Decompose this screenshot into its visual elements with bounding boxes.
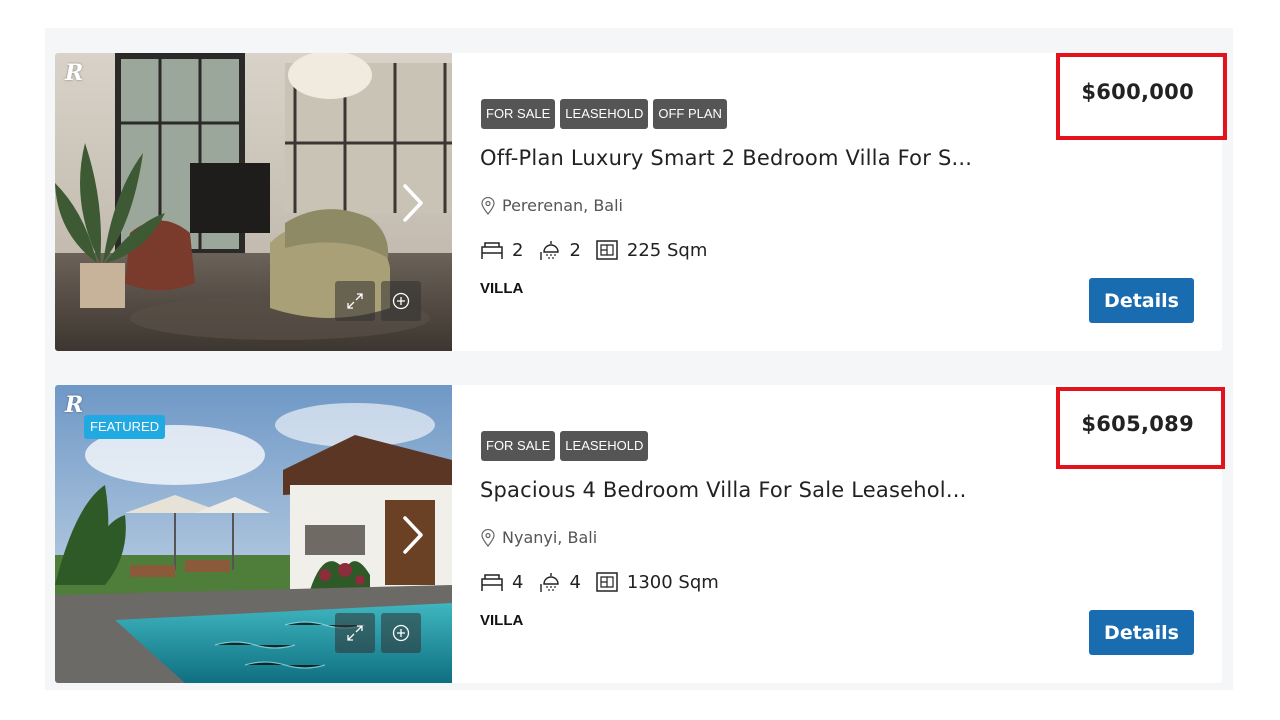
bed-icon: [481, 574, 503, 591]
property-features: 2 2 225 Sqm: [480, 239, 721, 261]
plus-circle-icon[interactable]: [381, 281, 421, 321]
area-feature: 1300 Sqm: [595, 571, 719, 593]
property-photo[interactable]: R: [55, 53, 452, 351]
chevron-right-icon[interactable]: [400, 183, 426, 223]
details-button[interactable]: Details: [1089, 610, 1194, 655]
property-features: 4 4 1300 Sqm: [480, 571, 733, 593]
shower-icon: [540, 241, 560, 260]
tag-off-plan[interactable]: OFF PLAN: [653, 99, 727, 129]
bedrooms-count: 4: [512, 571, 524, 593]
property-card: R FOR SALE LEASEHOLD OFF PLAN Off-Plan L…: [55, 53, 1222, 351]
featured-badge: FEATURED: [84, 415, 166, 439]
tag-list: FOR SALE LEASEHOLD OFF PLAN: [481, 99, 727, 129]
map-pin-icon: [481, 528, 495, 547]
tag-leasehold[interactable]: LEASEHOLD: [560, 431, 649, 461]
price-highlight-box: [1056, 387, 1225, 469]
bathrooms-count: 4: [569, 571, 581, 593]
bedrooms-count: 2: [512, 239, 524, 261]
tag-for-sale[interactable]: FOR SALE: [481, 99, 556, 129]
bedrooms-feature: 4: [480, 571, 523, 593]
tag-for-sale[interactable]: FOR SALE: [481, 431, 556, 461]
bedrooms-feature: 2: [480, 239, 523, 261]
bathrooms-feature: 4: [537, 571, 581, 593]
property-photo[interactable]: R FEATURED: [55, 385, 452, 683]
floorplan-icon: [596, 572, 618, 592]
expand-icon[interactable]: [335, 281, 375, 321]
tag-list: FOR SALE LEASEHOLD: [481, 431, 649, 461]
brand-logo: R: [65, 60, 84, 86]
area-value: 1300 Sqm: [626, 571, 719, 593]
floorplan-icon: [596, 240, 618, 260]
property-type: VILLA: [480, 280, 524, 297]
chevron-right-icon[interactable]: [400, 515, 426, 555]
property-location: Nyanyi, Bali: [480, 528, 597, 547]
property-location: Pererenan, Bali: [480, 196, 623, 215]
price-highlight-box: [1056, 53, 1227, 140]
location-text: Nyanyi, Bali: [502, 528, 598, 547]
bathrooms-count: 2: [569, 239, 581, 261]
area-value: 225 Sqm: [626, 239, 708, 261]
area-feature: 225 Sqm: [595, 239, 707, 261]
location-text: Pererenan, Bali: [502, 196, 623, 215]
details-button[interactable]: Details: [1089, 278, 1194, 323]
property-card: R FEATURED FOR SALE LEASEHOLD Spacious 4…: [55, 385, 1222, 683]
brand-logo: R: [65, 392, 84, 418]
property-title[interactable]: Spacious 4 Bedroom Villa For Sale Leaseh…: [480, 478, 966, 502]
bathrooms-feature: 2: [537, 239, 581, 261]
bed-icon: [481, 242, 503, 259]
property-title[interactable]: Off-Plan Luxury Smart 2 Bedroom Villa Fo…: [480, 146, 972, 170]
expand-icon[interactable]: [335, 613, 375, 653]
property-type: VILLA: [480, 612, 524, 629]
shower-icon: [540, 573, 560, 592]
tag-leasehold[interactable]: LEASEHOLD: [560, 99, 649, 129]
plus-circle-icon[interactable]: [381, 613, 421, 653]
map-pin-icon: [481, 196, 495, 215]
